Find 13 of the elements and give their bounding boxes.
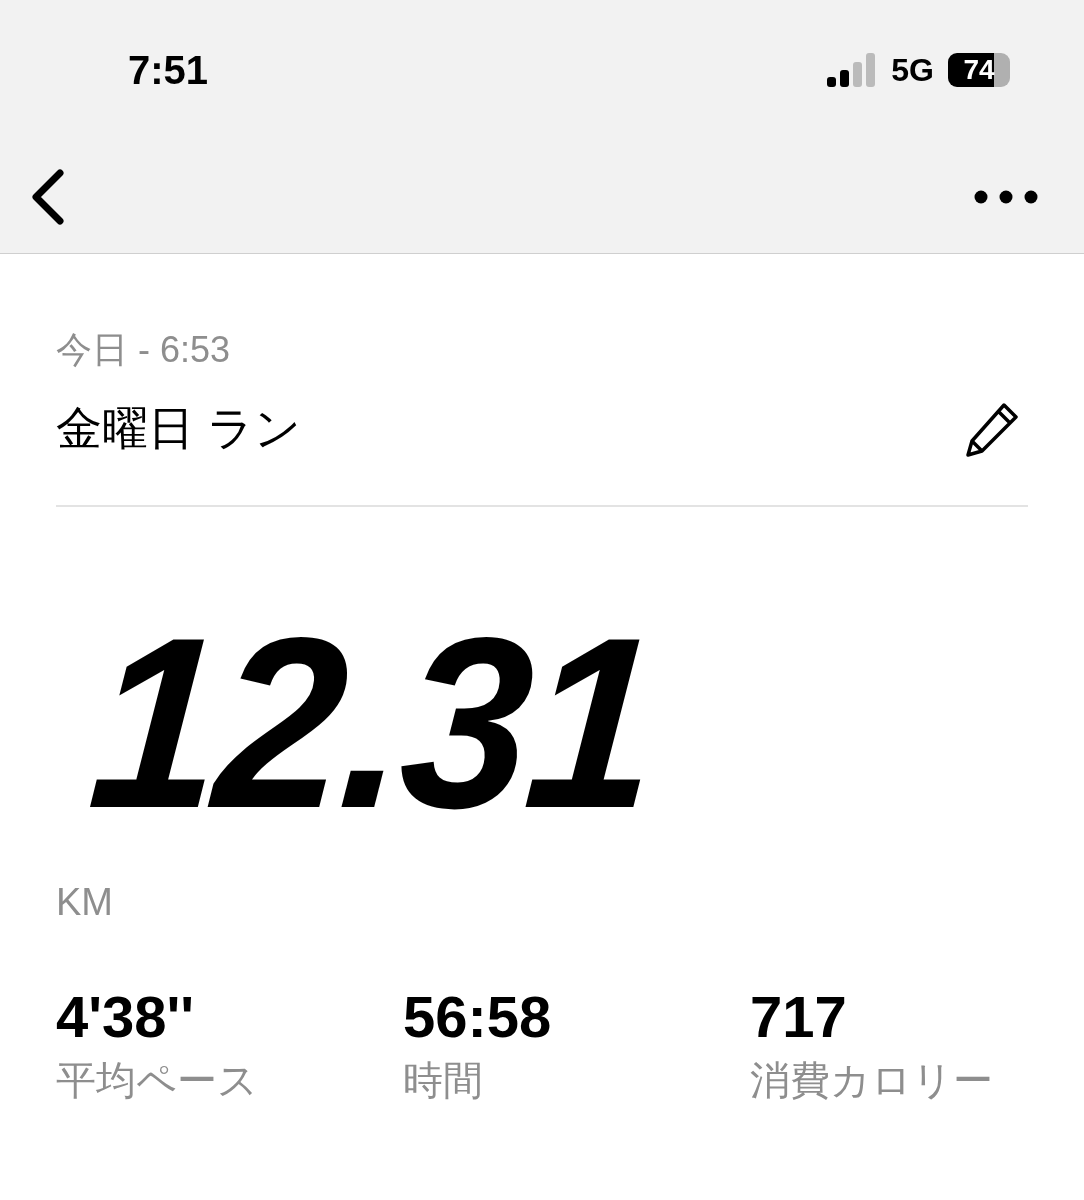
network-label: 5G <box>891 51 934 89</box>
stat-value: 717 <box>750 984 848 1051</box>
stat-value: 4'38'' <box>56 984 196 1051</box>
distance-unit: KM <box>56 881 114 924</box>
stat-value: 56:58 <box>403 984 553 1051</box>
signal-icon <box>827 53 878 87</box>
activity-title: 金曜日 ラン <box>56 401 301 456</box>
stat-label: 消費カロリー <box>750 1056 994 1104</box>
distance-value: 12.31 <box>81 601 662 845</box>
stat-label: 平均ペース <box>56 1056 259 1104</box>
stat-label: 時間 <box>403 1056 484 1104</box>
status-time: 7:51 <box>128 47 209 93</box>
activity-date: 今日 - 6:53 <box>56 328 232 372</box>
